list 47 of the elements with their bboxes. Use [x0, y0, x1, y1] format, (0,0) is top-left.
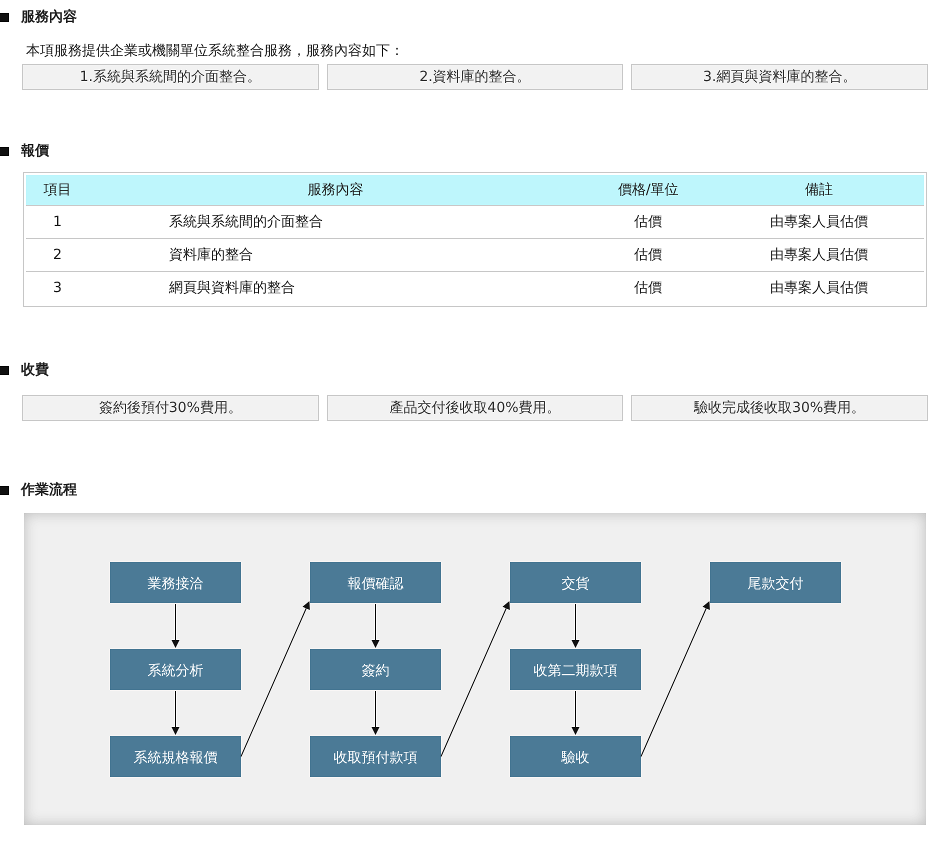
- table-cell: 資料庫的整合: [88, 238, 582, 271]
- bullet-icon: [0, 12, 9, 22]
- table-cell: 系統與系統間的介面整合: [88, 205, 582, 238]
- table-cell: 估價: [582, 205, 714, 238]
- column-header: 備註: [714, 175, 924, 205]
- table-cell: 由專案人員估價: [714, 238, 924, 271]
- arrow: [372, 690, 380, 735]
- process-node: 業務接洽: [110, 562, 241, 603]
- info-box: 1.系統與系統間的介面整合。: [22, 64, 319, 90]
- info-box: 簽約後預付30%費用。: [22, 395, 319, 421]
- section-title: 服務內容: [21, 8, 77, 26]
- bullet-icon: [0, 486, 9, 494]
- bullet-icon: [0, 146, 9, 156]
- info-box: 3.網頁與資料庫的整合。: [631, 64, 928, 90]
- process-node: 尾款交付: [710, 562, 841, 603]
- table-cell: 2: [26, 238, 89, 271]
- table-cell: 由專案人員估價: [714, 271, 924, 304]
- info-box: 產品交付後收取40%費用。: [326, 395, 624, 421]
- arrow: [572, 690, 580, 735]
- column-header: 價格/單位: [582, 175, 714, 205]
- column-header: 項目: [26, 175, 89, 205]
- arrow: [172, 604, 180, 648]
- section-title: 報價: [21, 142, 49, 160]
- process-node: 系統分析: [110, 649, 241, 690]
- process-node: 收取預付款項: [310, 736, 441, 777]
- intro-text: 本項服務提供企業或機關單位系統整合服務，服務內容如下：: [26, 42, 405, 60]
- info-box: 2.資料庫的整合。: [326, 64, 624, 90]
- bullet-icon: [0, 366, 9, 374]
- process-node: 驗收: [510, 736, 641, 777]
- table-cell: 估價: [582, 238, 714, 271]
- table-cell: 由專案人員估價: [714, 205, 924, 238]
- process-node: 簽約: [310, 649, 441, 690]
- table-cell: 3: [26, 271, 89, 304]
- table-cell: 1: [26, 205, 89, 238]
- process-node: 交貨: [510, 562, 641, 603]
- process-node: 系統規格報價: [110, 736, 241, 777]
- arrow: [572, 604, 580, 648]
- section-title: 收費: [21, 361, 49, 379]
- process-node: 收第二期款項: [510, 649, 641, 690]
- table-cell: 網頁與資料庫的整合: [88, 271, 582, 304]
- info-box: 驗收完成後收取30%費用。: [631, 395, 928, 421]
- column-header: 服務內容: [88, 175, 582, 205]
- section-title: 作業流程: [21, 481, 77, 499]
- process-node: 報價確認: [310, 562, 441, 603]
- table-cell: 估價: [582, 271, 714, 304]
- arrow: [372, 604, 380, 648]
- arrow: [172, 690, 180, 735]
